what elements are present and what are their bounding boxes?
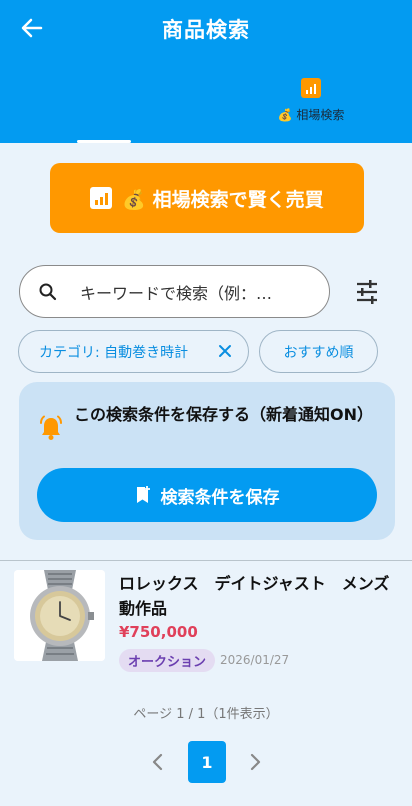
save-search-card: この検索条件を保存する（新着通知ON） 検索条件を保存 xyxy=(19,382,395,540)
save-button-label: 検索条件を保存 xyxy=(160,487,280,508)
product-image[interactable] xyxy=(14,570,105,661)
pagination-info: ページ 1 / 1（1件表示） xyxy=(133,707,279,722)
sort-chip[interactable]: おすすめ順 xyxy=(259,330,378,373)
bell-icon xyxy=(39,415,63,441)
chevron-left-icon xyxy=(152,753,163,771)
list-item[interactable]: ロレックス デイトジャスト メンズ動作品 ¥750,000 オークション 202… xyxy=(14,570,404,672)
tab-label: 💰 相場検索 xyxy=(277,108,345,122)
search-placeholder: キーワードで検索（例：… xyxy=(80,283,273,303)
save-search-button[interactable]: 検索条件を保存 xyxy=(37,468,377,522)
bookmark-add-icon xyxy=(136,486,150,503)
tune-icon xyxy=(357,280,377,304)
cta-label: 💰 相場検索で賢く売買 xyxy=(122,188,324,211)
app-header: 商品検索 💰 相場検索 xyxy=(0,0,412,143)
item-price: ¥750,000 xyxy=(119,623,198,641)
search-input[interactable]: キーワードで検索（例：… xyxy=(19,265,330,318)
category-chip-label: カテゴリ: 自動巻き時計 xyxy=(39,344,189,361)
tab-indicator xyxy=(77,140,131,143)
tab-market-search[interactable]: 💰 相場検索 xyxy=(268,78,354,130)
chevron-right-icon xyxy=(250,753,261,771)
market-search-cta-button[interactable]: 💰 相場検索で賢く売買 xyxy=(50,163,364,233)
close-icon[interactable] xyxy=(216,342,234,360)
prev-page-button[interactable] xyxy=(148,751,168,773)
filter-settings-button[interactable] xyxy=(352,278,382,306)
page-1-button[interactable]: 1 xyxy=(188,741,226,783)
next-page-button[interactable] xyxy=(245,751,265,773)
item-title: ロレックス デイトジャスト メンズ動作品 xyxy=(119,574,390,618)
sort-chip-label: おすすめ順 xyxy=(283,344,354,361)
divider xyxy=(0,560,412,561)
item-date: 2026/01/27 xyxy=(220,653,290,667)
bar-chart-icon xyxy=(90,187,113,209)
page-title: 商品検索 xyxy=(162,18,250,42)
auction-badge: オークション xyxy=(119,649,216,672)
category-filter-chip[interactable]: カテゴリ: 自動巻き時計 xyxy=(18,330,249,373)
search-icon xyxy=(38,282,58,302)
bar-chart-icon xyxy=(301,78,321,98)
save-search-message: この検索条件を保存する（新着通知ON） xyxy=(74,405,373,424)
